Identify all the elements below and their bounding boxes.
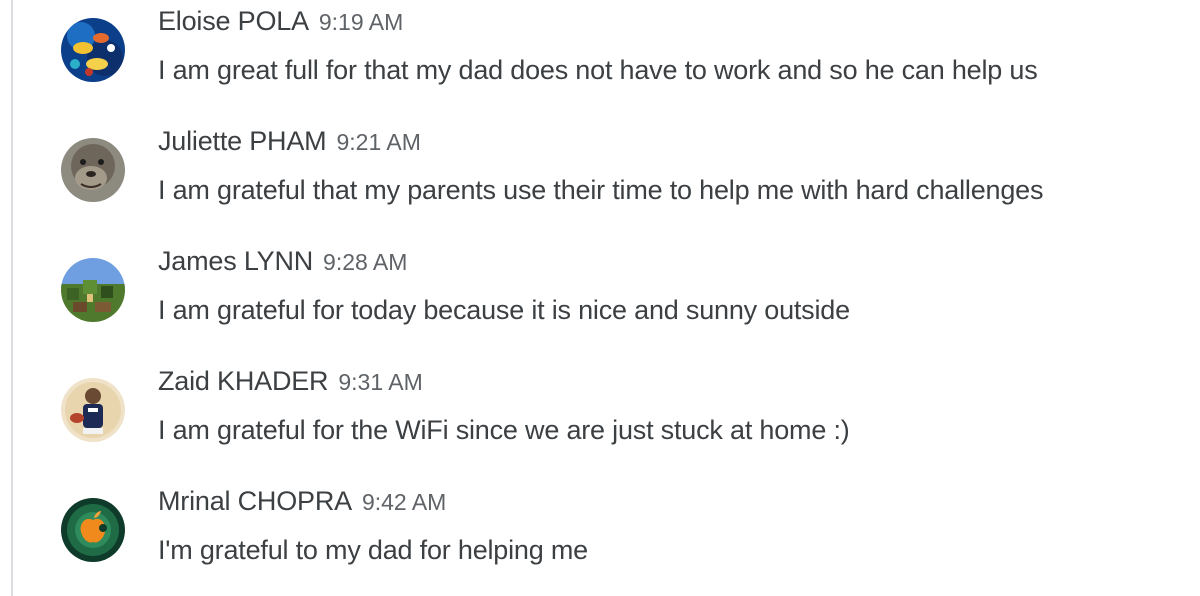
comment-item: Juliette PHAM 9:21 AM I am grateful that … xyxy=(0,120,1200,230)
comment-time: 9:31 AM xyxy=(338,369,423,395)
comment-item: Zaid KHADER 9:31 AM I am grateful for the… xyxy=(0,360,1200,470)
comment-time: 9:42 AM xyxy=(361,489,447,515)
comment-header: James LYNN 9:28 AM xyxy=(158,246,407,282)
comment-item: Mrinal CHOPRA 9:42 AM I'm grateful to my … xyxy=(0,480,1200,590)
apple-logo-avatar[interactable] xyxy=(61,498,125,562)
comment-text: I am great full for that my dad does not… xyxy=(158,55,1038,85)
comment-time: 9:28 AM xyxy=(323,249,408,275)
comment-text: I'm grateful to my dad for helping me xyxy=(158,535,588,565)
comment-time: 9:21 AM xyxy=(336,129,421,155)
comment-thread: Eloise POLA 9:19 AM I am great full for t… xyxy=(0,0,1200,596)
comment-time: 9:19 AM xyxy=(318,9,404,35)
author-name[interactable]: Mrinal CHOPRA xyxy=(158,486,352,516)
quokka-avatar[interactable] xyxy=(61,138,125,202)
author-name[interactable]: Zaid KHADER xyxy=(158,366,329,396)
comment-header: Mrinal CHOPRA 9:42 AM xyxy=(158,486,446,522)
football-player-avatar[interactable] xyxy=(61,378,125,442)
comment-text: I am grateful for the WiFi since we are … xyxy=(158,415,850,445)
comment-header: Eloise POLA 9:19 AM xyxy=(158,6,403,42)
author-name[interactable]: Eloise POLA xyxy=(158,6,309,36)
blocky-landscape-avatar[interactable] xyxy=(61,258,125,322)
comment-item: Eloise POLA 9:19 AM I am great full for t… xyxy=(0,0,1200,110)
coral-reef-fish-avatar[interactable] xyxy=(61,18,125,82)
author-name[interactable]: James LYNN xyxy=(158,246,313,276)
author-name[interactable]: Juliette PHAM xyxy=(158,126,327,156)
comment-header: Juliette PHAM 9:21 AM xyxy=(158,126,421,162)
comment-header: Zaid KHADER 9:31 AM xyxy=(158,366,423,402)
comment-item: James LYNN 9:28 AM I am grateful for toda… xyxy=(0,240,1200,350)
comment-text: I am grateful that my parents use their … xyxy=(158,175,1044,205)
comment-text: I am grateful for today because it is ni… xyxy=(158,295,850,325)
